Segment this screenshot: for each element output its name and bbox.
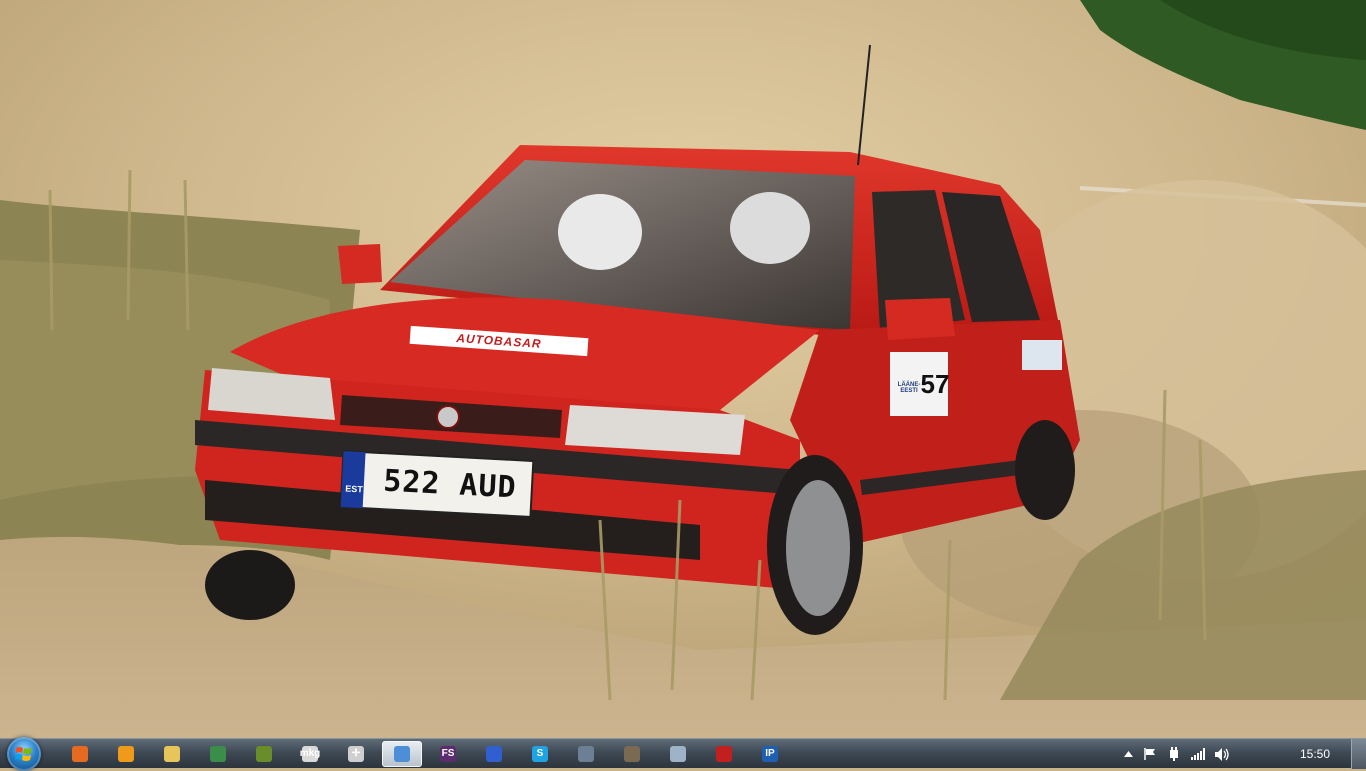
media-player-icon <box>118 746 134 762</box>
taskbar-button-system-monitor[interactable] <box>198 741 238 767</box>
taskbar-button-pdf-reader[interactable] <box>704 741 744 767</box>
desktop[interactable]: 522 AUD EST AUTOBASAR 57 LÄÄNE-EESTI <box>0 0 1366 738</box>
mkg-app-icon: mkg <box>300 746 320 762</box>
license-plate-text: 522 AUD <box>382 463 518 505</box>
taskbar-button-ip-app[interactable]: IP <box>750 741 790 767</box>
windows-logo-icon <box>15 747 32 761</box>
plate-country-text: EST <box>344 483 363 495</box>
firefox-icon <box>72 746 88 762</box>
taskbar: mkg ✛ FS S IP 15:50 <box>0 737 1366 771</box>
chevron-up-icon[interactable] <box>1122 746 1134 762</box>
network-people-icon <box>394 746 410 762</box>
taskbar-button-mkg-app[interactable]: mkg <box>290 741 330 767</box>
taskbar-button-sound-app[interactable] <box>566 741 606 767</box>
crosshair-app-icon: ✛ <box>348 746 364 762</box>
door-decal-text: LÄÄNE-EESTI <box>897 382 921 394</box>
wallpaper-image <box>0 0 1366 738</box>
taskbar-button-calculator[interactable] <box>658 741 698 767</box>
taskbar-button-skype[interactable]: S <box>520 741 560 767</box>
pdf-reader-icon <box>716 746 732 762</box>
taskbar-button-fs-app[interactable]: FS <box>428 741 468 767</box>
signal-bars-icon[interactable] <box>1190 746 1206 762</box>
speaker-icon[interactable] <box>1214 746 1230 762</box>
sound-app-icon <box>578 746 594 762</box>
taskbar-button-firefox[interactable] <box>60 741 100 767</box>
system-monitor-icon <box>210 746 226 762</box>
show-desktop-button[interactable] <box>1351 739 1366 769</box>
calculator-icon <box>670 746 686 762</box>
start-button[interactable] <box>7 737 41 771</box>
taskbar-button-gimp[interactable] <box>612 741 652 767</box>
power-plug-icon[interactable] <box>1166 746 1182 762</box>
taskbar-button-game-app[interactable] <box>244 741 284 767</box>
taskbar-button-media-player[interactable] <box>106 741 146 767</box>
taskbar-button-file-explorer[interactable] <box>152 741 192 767</box>
taskbar-button-globe-app[interactable] <box>474 741 514 767</box>
fs-app-icon: FS <box>440 746 456 762</box>
ip-app-icon: IP <box>762 746 778 762</box>
skype-icon: S <box>532 746 548 762</box>
taskbar-clock[interactable]: 15:50 <box>1300 747 1330 761</box>
globe-app-icon <box>486 746 502 762</box>
clock-time: 15:50 <box>1299 747 1330 761</box>
gimp-icon <box>624 746 640 762</box>
game-app-icon <box>256 746 272 762</box>
taskbar-button-network-people[interactable] <box>382 741 422 767</box>
taskbar-button-crosshair-app[interactable]: ✛ <box>336 741 376 767</box>
file-explorer-icon <box>164 746 180 762</box>
action-center-flag-icon[interactable] <box>1142 746 1158 762</box>
